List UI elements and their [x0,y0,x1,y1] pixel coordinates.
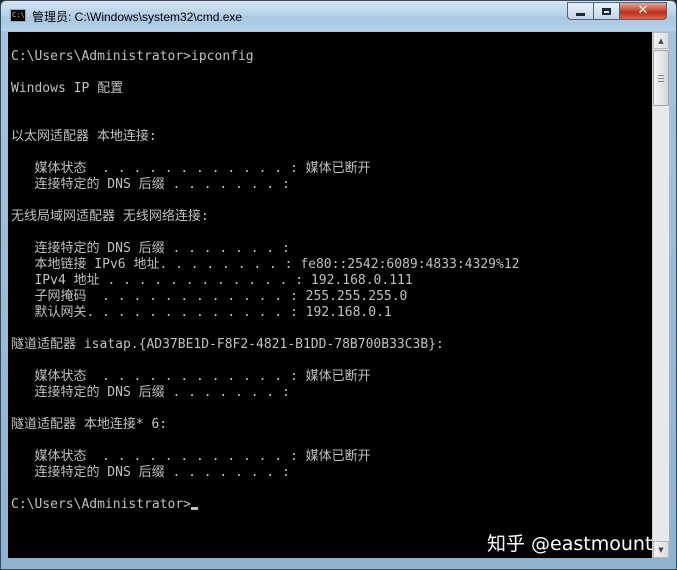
grip-line [658,75,664,76]
console-line: 连接特定的 DNS 后缀 . . . . . . . : [11,465,290,480]
vertical-scrollbar[interactable]: ▲ ▼ [652,32,669,558]
close-icon: ✕ [637,3,649,18]
console-line: 连接特定的 DNS 后缀 . . . . . . . : [11,241,290,256]
window-title: 管理员: C:\Windows\system32\cmd.exe [32,10,243,24]
console-line: 隧道适配器 本地连接* 6: [11,417,168,432]
console-output[interactable]: C:\Users\Administrator>ipconfig Windows … [8,32,652,558]
arrow-up-icon: ▲ [658,36,664,45]
scroll-down-button[interactable]: ▼ [653,541,669,558]
title-bar[interactable]: C:\ 管理员: C:\Windows\system32\cmd.exe ✕ [1,1,676,31]
console-line: 子网掩码 . . . . . . . . . . . . : 255.255.2… [11,289,408,304]
close-button[interactable]: ✕ [619,2,667,20]
maximize-icon [602,7,611,15]
console-line: IPv4 地址 . . . . . . . . . . . . : 192.16… [11,273,413,288]
minimize-button[interactable] [567,2,594,20]
console-line: 隧道适配器 isatap.{AD37BE1D-F8F2-4821-B1DD-78… [11,337,444,352]
text-cursor [191,507,199,510]
console-line: 无线局域网适配器 无线网络连接: [11,209,209,224]
scroll-up-button[interactable]: ▲ [653,32,669,49]
console-line: C:\Users\Administrator> [11,497,192,512]
console-text: C:\Users\Administrator>ipconfig Windows … [11,49,519,513]
arrow-down-icon: ▼ [658,545,664,554]
console-line: 以太网适配器 本地连接: [11,129,157,144]
console-line: 连接特定的 DNS 后缀 . . . . . . . : [11,177,290,192]
console-line: 本地链接 IPv6 地址. . . . . . . . : fe80::2542… [11,257,520,272]
cmd-window: C:\ 管理员: C:\Windows\system32\cmd.exe ✕ C… [0,0,677,570]
console-line: 连接特定的 DNS 后缀 . . . . . . . : [11,385,290,400]
console-line: 媒体状态 . . . . . . . . . . . . : 媒体已断开 [11,369,371,384]
watermark-logo: 知乎 @eastmount [487,533,652,555]
minimize-icon [576,12,585,16]
console-line: C:\Users\Administrator>ipconfig [11,49,254,64]
console-line: Windows IP 配置 [11,81,124,96]
grip-line [658,81,664,82]
console-line: 媒体状态 . . . . . . . . . . . . : 媒体已断开 [11,161,371,176]
grip-line [658,78,664,79]
maximize-button[interactable] [593,2,620,20]
console-line: 默认网关. . . . . . . . . . . . . : 192.168.… [11,305,392,320]
console-line: 媒体状态 . . . . . . . . . . . . : 媒体已断开 [11,449,371,464]
scroll-thumb[interactable] [653,50,669,106]
cmd-app-icon[interactable]: C:\ [10,9,26,22]
